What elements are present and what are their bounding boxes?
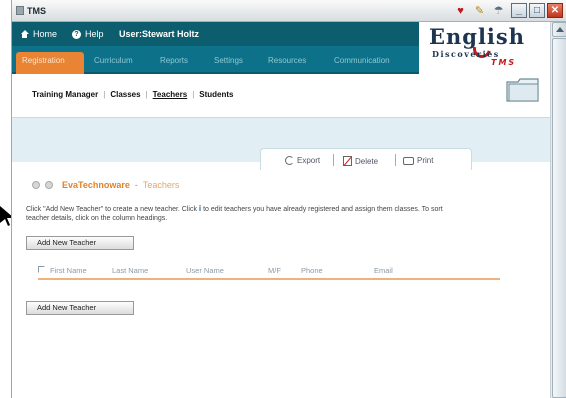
forward-button[interactable] [45, 181, 53, 189]
tab-communication[interactable]: Communication [334, 56, 390, 65]
title-bar: TMS ♥ ✎ ☂ _ □ ✕ [12, 0, 566, 22]
separator: | [145, 90, 148, 99]
heading-dash: - [134, 180, 138, 190]
toolbar-separator [395, 154, 396, 166]
export-button[interactable]: Export [285, 156, 320, 165]
heart-icon[interactable]: ♥ [454, 4, 467, 17]
app-icon [16, 6, 24, 15]
print-button[interactable]: Print [403, 156, 433, 165]
scroll-up-button[interactable] [552, 22, 566, 37]
add-new-teacher-button[interactable]: Add New Teacher [26, 236, 134, 250]
delete-icon [343, 156, 352, 166]
main-content: EvaTechnoware - Teachers Click "Add New … [12, 170, 550, 398]
brand-logo: English Discoveries TMS [419, 22, 549, 74]
help-link[interactable]: ? Help [72, 29, 104, 39]
separator: | [103, 90, 106, 99]
bell-icon[interactable]: ✎ [473, 4, 486, 17]
home-icon [20, 29, 29, 39]
delete-label: Delete [355, 156, 379, 166]
subnav-training-manager[interactable]: Training Manager [32, 90, 98, 99]
print-icon [403, 156, 414, 165]
organization-name: EvaTechnoware [62, 180, 130, 190]
column-first-name[interactable]: First Name [50, 266, 87, 275]
export-icon [285, 156, 294, 165]
tool-icon[interactable]: ☂ [492, 4, 505, 17]
instructions-part-a: Click "Add New Teacher" to create a new … [26, 206, 199, 213]
minimize-button[interactable]: _ [511, 3, 527, 18]
window-title: TMS [27, 6, 46, 16]
column-gender[interactable]: M/F [268, 266, 281, 275]
window-controls: _ □ ✕ [511, 3, 563, 18]
page-heading: EvaTechnoware - Teachers [32, 180, 179, 190]
tab-resources[interactable]: Resources [268, 56, 306, 65]
column-last-name[interactable]: Last Name [112, 266, 148, 275]
logo-tms: TMS [491, 58, 517, 67]
sub-nav-links: Training Manager | Classes | Teachers | … [32, 90, 234, 99]
main-nav: Registration Curriculum Reports Settings… [12, 46, 419, 74]
sub-nav: Training Manager | Classes | Teachers | … [12, 74, 550, 118]
delete-button[interactable]: Delete [343, 156, 378, 166]
tab-registration[interactable]: Registration [16, 52, 84, 74]
select-all-checkbox[interactable] [38, 266, 45, 273]
subnav-teachers[interactable]: Teachers [153, 90, 188, 99]
help-label: Help [85, 29, 104, 39]
close-button[interactable]: ✕ [547, 3, 563, 18]
vertical-scrollbar[interactable] [550, 22, 566, 398]
section-name: Teachers [142, 180, 180, 190]
column-user-name[interactable]: User Name [186, 266, 224, 275]
tray-icons: ♥ ✎ ☂ [454, 4, 505, 18]
logo-discoveries: Discoveries [432, 49, 500, 59]
back-button[interactable] [32, 181, 40, 189]
export-label: Export [297, 156, 321, 165]
header-bar: Home ? Help User:Stewart Holtz [12, 22, 419, 46]
toolbar-separator [333, 154, 334, 166]
tab-settings[interactable]: Settings [214, 56, 243, 65]
user-name: User:Stewart Holtz [119, 29, 200, 39]
column-phone[interactable]: Phone [301, 266, 323, 275]
app-window: TMS ♥ ✎ ☂ _ □ ✕ Home ? Help User:Stewart… [11, 0, 566, 398]
home-link[interactable]: Home [20, 29, 57, 39]
help-icon: ? [72, 29, 81, 39]
teachers-table-header: First Name Last Name User Name M/F Phone… [38, 264, 500, 280]
tab-curriculum[interactable]: Curriculum [94, 56, 133, 65]
separator: | [192, 90, 195, 99]
print-label: Print [417, 156, 434, 165]
subnav-students[interactable]: Students [199, 90, 233, 99]
maximize-button[interactable]: □ [529, 3, 545, 18]
add-new-teacher-button-bottom[interactable]: Add New Teacher [26, 301, 134, 315]
tab-reports[interactable]: Reports [160, 56, 188, 65]
column-email[interactable]: Email [374, 266, 393, 275]
folder-icon[interactable] [506, 78, 540, 102]
home-label: Home [33, 29, 58, 39]
action-toolbar: Export Delete Print [260, 148, 472, 170]
subnav-classes[interactable]: Classes [110, 90, 140, 99]
instructions-text: Click "Add New Teacher" to create a new … [26, 204, 456, 223]
scroll-thumb[interactable] [552, 38, 566, 398]
